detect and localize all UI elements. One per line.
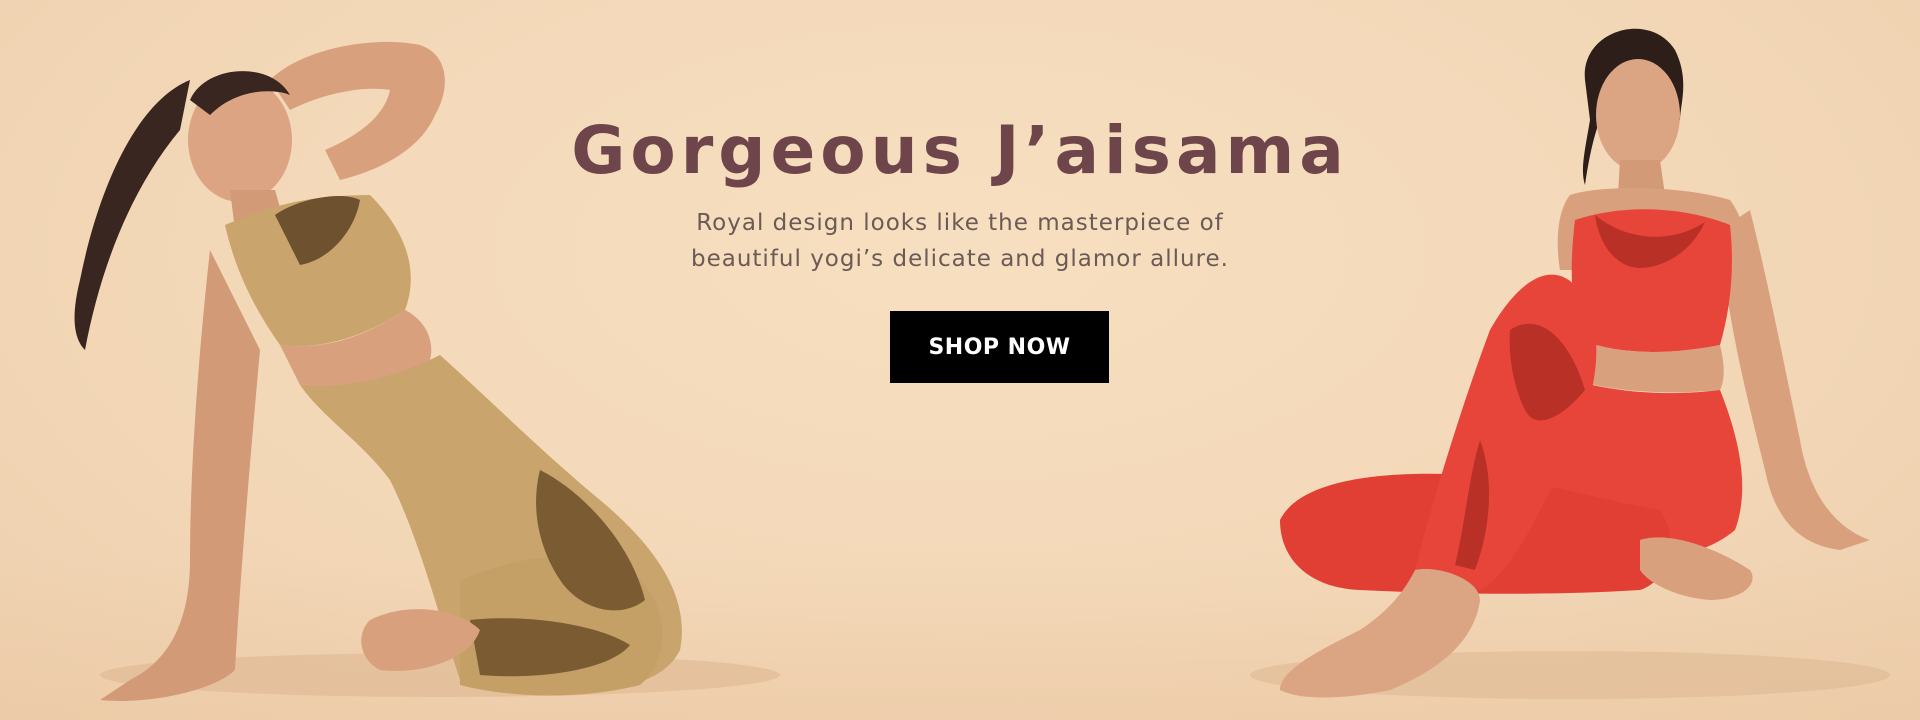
hero-banner: Gorgeous J’aisama Royal design looks lik… bbox=[0, 0, 1920, 720]
hero-subtitle-line-2: beautiful yogi’s delicate and glamor all… bbox=[690, 246, 1229, 272]
shop-now-button[interactable]: SHOP NOW bbox=[890, 311, 1109, 383]
hero-subtitle-line-1: Royal design looks like the masterpiece … bbox=[696, 210, 1224, 236]
hero-headline: Gorgeous J’aisama bbox=[571, 112, 1349, 189]
hero-subtitle: Royal design looks like the masterpiece … bbox=[560, 205, 1360, 277]
hero-text-block: Gorgeous J’aisama Royal design looks lik… bbox=[560, 105, 1360, 277]
